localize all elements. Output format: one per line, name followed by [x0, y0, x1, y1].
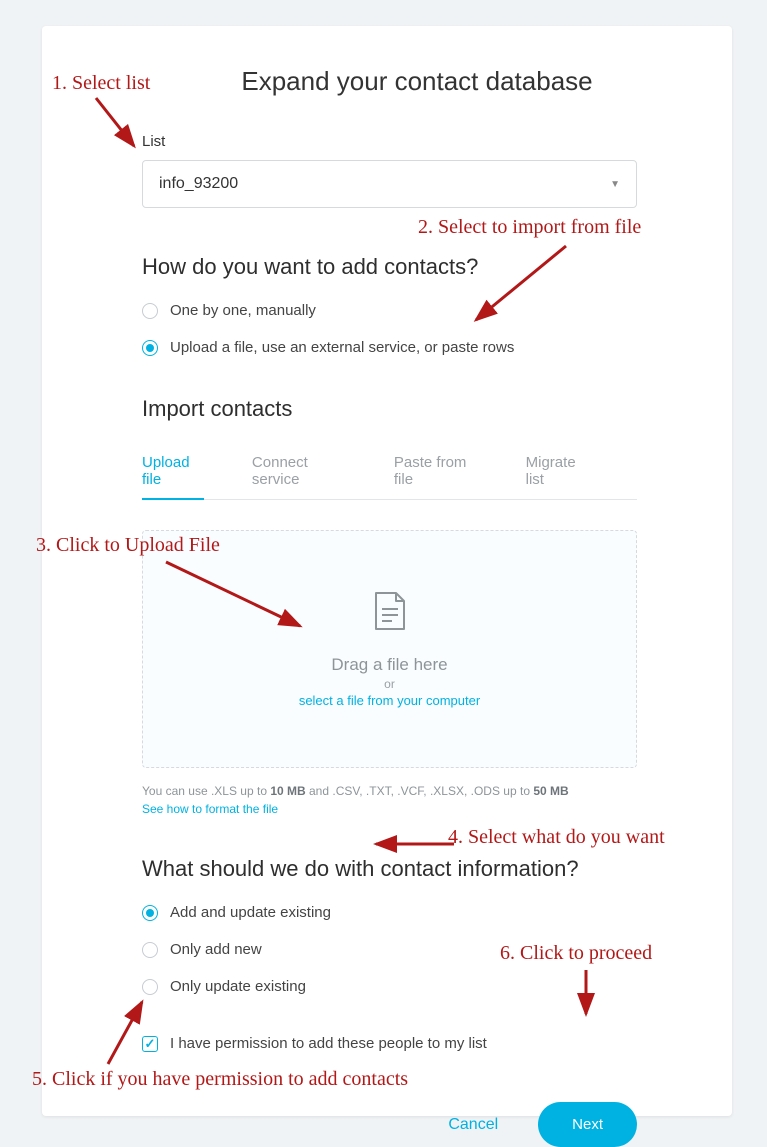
tab-paste-from-file[interactable]: Paste from file	[394, 444, 478, 499]
cancel-button[interactable]: Cancel	[448, 1116, 498, 1134]
list-select[interactable]: info_93200 ▼	[142, 160, 637, 208]
or-text: or	[384, 677, 395, 691]
annotation-5: 5. Click if you have permission to add c…	[32, 1068, 408, 1091]
tab-migrate-list[interactable]: Migrate list	[526, 444, 589, 499]
list-label: List	[142, 133, 672, 150]
tab-connect-service[interactable]: Connect service	[252, 444, 346, 499]
annotation-3: 3. Click to Upload File	[36, 534, 220, 557]
arrow-icon	[574, 966, 600, 1022]
annotation-1: 1. Select list	[52, 72, 150, 95]
list-select-value: info_93200	[159, 175, 238, 193]
import-tabs: Upload file Connect service Paste from f…	[142, 444, 637, 500]
annotation-2: 2. Select to import from file	[418, 216, 641, 239]
contact-action-heading: What should we do with contact informati…	[142, 856, 672, 882]
radio-icon	[142, 942, 158, 958]
permission-checkbox[interactable]: I have permission to add these people to…	[142, 1035, 672, 1052]
chevron-down-icon: ▼	[610, 179, 620, 190]
drag-text: Drag a file here	[331, 655, 447, 675]
arrow-icon	[96, 994, 156, 1070]
checkbox-label: I have permission to add these people to…	[170, 1035, 487, 1052]
tab-upload-file[interactable]: Upload file	[142, 444, 204, 500]
radio-label: Add and update existing	[170, 904, 331, 921]
radio-icon-selected	[142, 340, 158, 356]
file-icon	[374, 591, 406, 631]
arrow-icon	[370, 832, 460, 858]
arrow-icon	[466, 240, 576, 330]
format-help-link[interactable]: See how to format the file	[142, 802, 672, 816]
radio-icon-selected	[142, 905, 158, 921]
radio-upload-file-option[interactable]: Upload a file, use an external service, …	[142, 339, 672, 356]
radio-manually[interactable]: One by one, manually	[142, 302, 672, 319]
next-button[interactable]: Next	[538, 1102, 637, 1147]
select-file-link[interactable]: select a file from your computer	[299, 693, 480, 708]
page-title: Expand your contact database	[102, 66, 732, 97]
radio-icon	[142, 979, 158, 995]
annotation-4: 4. Select what do you want	[448, 826, 665, 849]
annotation-6: 6. Click to proceed	[500, 942, 652, 965]
radio-label: Only add new	[170, 941, 262, 958]
radio-label: Only update existing	[170, 978, 306, 995]
add-method-heading: How do you want to add contacts?	[142, 254, 672, 280]
radio-label: One by one, manually	[170, 302, 316, 319]
arrow-icon	[160, 556, 310, 636]
import-heading: Import contacts	[142, 396, 672, 422]
arrow-icon	[92, 94, 144, 154]
radio-add-update[interactable]: Add and update existing	[142, 904, 672, 921]
file-help-text: You can use .XLS up to 10 MB and .CSV, .…	[142, 782, 637, 800]
radio-label: Upload a file, use an external service, …	[170, 339, 514, 356]
radio-icon	[142, 303, 158, 319]
